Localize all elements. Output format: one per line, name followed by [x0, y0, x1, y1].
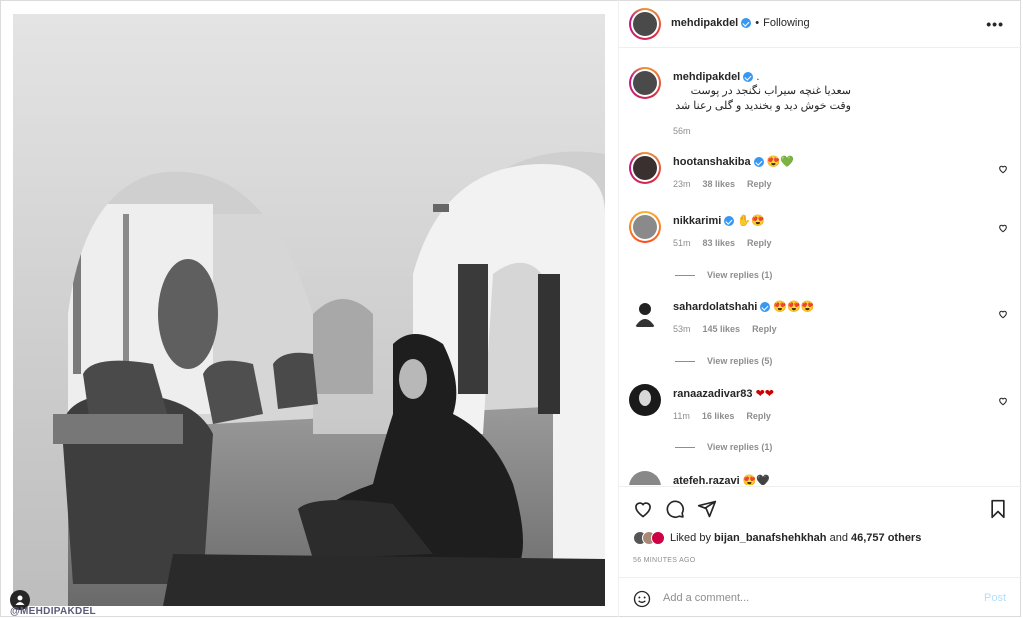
post-comment-button[interactable]: Post: [984, 592, 1006, 604]
like-heart-icon[interactable]: [633, 499, 653, 519]
separator-dot: •: [755, 17, 760, 29]
comment-time[interactable]: 23m: [673, 179, 691, 189]
add-comment-bar: Post: [619, 577, 1022, 617]
commenter-username[interactable]: atefeh.razavi: [673, 475, 740, 485]
comment-text: ❤❤: [755, 388, 774, 400]
comment-likes[interactable]: 83 likes: [703, 238, 736, 248]
reply-button[interactable]: Reply: [747, 238, 772, 248]
comment-time[interactable]: 51m: [673, 238, 691, 248]
likes-summary: Liked by bijan_banafshehkhah and 46,757 …: [633, 529, 921, 547]
caption-time[interactable]: 56m: [673, 126, 691, 136]
like-comment-heart-icon[interactable]: [998, 396, 1008, 406]
reply-button[interactable]: Reply: [752, 324, 777, 334]
commenter-username[interactable]: hootanshakiba: [673, 156, 751, 168]
view-replies-button[interactable]: View replies (1): [675, 270, 772, 280]
reply-button[interactable]: Reply: [747, 179, 772, 189]
liked-by-prefix: Liked by: [670, 532, 711, 544]
commenter-avatar[interactable]: [629, 152, 661, 184]
post-header: mehdipakdel • Following •••: [619, 0, 1022, 48]
post-timestamp[interactable]: 56 MINUTES AGO: [633, 557, 696, 564]
caption-line-1: سعدیا غنچه سیراب نگنجد در پوست: [690, 85, 851, 97]
author-avatar[interactable]: [629, 8, 661, 40]
verified-badge-icon: [724, 216, 735, 227]
post-side-panel: mehdipakdel • Following ••• mehdipakdel …: [618, 0, 1022, 617]
post-actions: Liked by bijan_banafshehkhah and 46,757 …: [619, 486, 1022, 576]
comment-bubble-icon[interactable]: [665, 499, 685, 519]
caption-author-avatar[interactable]: [629, 67, 661, 99]
commenter-username[interactable]: sahardolatshahi: [673, 301, 757, 313]
post-photo[interactable]: [13, 14, 605, 606]
share-send-icon[interactable]: [697, 499, 717, 519]
commenter-avatar[interactable]: [629, 297, 661, 329]
comment-text: 😍🖤: [742, 475, 771, 485]
verified-badge-icon: [760, 302, 771, 313]
commenter-avatar[interactable]: [629, 471, 661, 485]
comment-likes[interactable]: 145 likes: [703, 324, 741, 334]
commenter-username[interactable]: nikkarimi: [673, 215, 721, 227]
caption-author-username[interactable]: mehdipakdel: [673, 71, 740, 83]
reply-button[interactable]: Reply: [746, 411, 771, 421]
like-comment-heart-icon[interactable]: [998, 309, 1008, 319]
comments-list[interactable]: mehdipakdel . سعدیا غنچه سیراب نگنجد در …: [619, 49, 1022, 485]
view-replies-button[interactable]: View replies (5): [675, 356, 772, 366]
comment-time[interactable]: 11m: [673, 411, 690, 421]
photo-watermark: @MEHDIPAKDEL: [10, 606, 96, 617]
liker-avatar[interactable]: [651, 531, 665, 545]
verified-badge-icon: [743, 72, 754, 83]
more-options-icon[interactable]: •••: [986, 16, 1004, 32]
liked-by-user[interactable]: bijan_banafshehkhah: [714, 532, 826, 544]
following-button[interactable]: Following: [763, 17, 809, 29]
verified-badge-icon: [741, 18, 752, 28]
comment-text: 😍💚: [766, 156, 795, 168]
save-bookmark-icon[interactable]: [988, 499, 1008, 519]
comment-likes[interactable]: 38 likes: [703, 179, 736, 189]
commenter-username[interactable]: ranaazadivar83: [673, 388, 753, 400]
instagram-post-window: @MEHDIPAKDEL mehdipakdel • Following •••: [0, 0, 1023, 619]
post-photo-image: [13, 14, 605, 606]
commenter-avatar[interactable]: [629, 211, 661, 243]
liked-by-and: and: [829, 532, 848, 544]
caption-suffix: .: [756, 71, 760, 83]
caption-line-2: وقت خوش دید و بخندید و گلی رعنا شد: [675, 100, 851, 112]
liked-by-others[interactable]: 46,757 others: [851, 532, 921, 544]
author-username[interactable]: mehdipakdel: [671, 17, 738, 29]
emoji-icon[interactable]: [633, 590, 651, 608]
comment-time[interactable]: 53m: [673, 324, 691, 334]
verified-badge-icon: [753, 157, 764, 168]
like-comment-heart-icon[interactable]: [998, 223, 1008, 233]
comment-text: ✋😍: [737, 215, 765, 227]
comment-likes[interactable]: 16 likes: [702, 411, 735, 421]
comment-input[interactable]: [663, 589, 963, 607]
like-comment-heart-icon[interactable]: [998, 164, 1008, 174]
comment-text: 😍😍😍: [773, 301, 815, 313]
view-replies-button[interactable]: View replies (1): [675, 442, 772, 452]
commenter-avatar[interactable]: [629, 384, 661, 416]
